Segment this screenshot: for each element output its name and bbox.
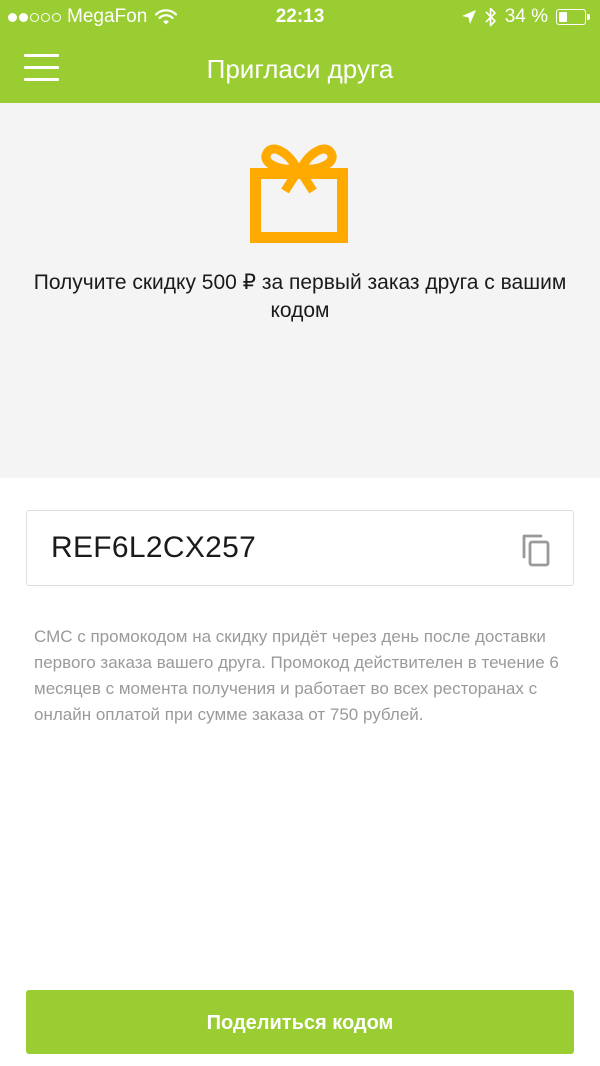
invite-friend-screen: MegaFon 22:13 34 % Пригласи друга Получи… <box>0 0 600 1066</box>
status-right: 34 % <box>461 6 590 28</box>
gift-icon <box>250 144 348 243</box>
header: MegaFon 22:13 34 % Пригласи друга <box>0 0 600 103</box>
battery-icon <box>556 9 590 25</box>
share-code-button[interactable]: Поделиться кодом <box>26 990 574 1054</box>
battery-percentage: 34 % <box>504 6 548 27</box>
promo-code-value[interactable]: REF6L2CX257 <box>51 531 256 565</box>
status-bar: MegaFon 22:13 34 % <box>0 0 600 34</box>
promo-text: Получите скидку 500 ₽ за первый заказ др… <box>33 271 567 322</box>
promo-code-field[interactable]: REF6L2CX257 <box>26 510 574 586</box>
battery-tip <box>587 14 590 20</box>
promo-terms-note: СМС с промокодом на скидку придёт через … <box>34 627 559 724</box>
page-title: Пригласи друга <box>206 54 394 84</box>
nav-bar: Пригласи друга <box>0 34 600 103</box>
copy-icon[interactable] <box>521 533 551 567</box>
bluetooth-icon <box>485 7 496 27</box>
location-arrow-icon <box>461 10 476 24</box>
battery-fill <box>559 12 567 22</box>
promo-section: Получите скидку 500 ₽ за первый заказ др… <box>0 103 600 478</box>
